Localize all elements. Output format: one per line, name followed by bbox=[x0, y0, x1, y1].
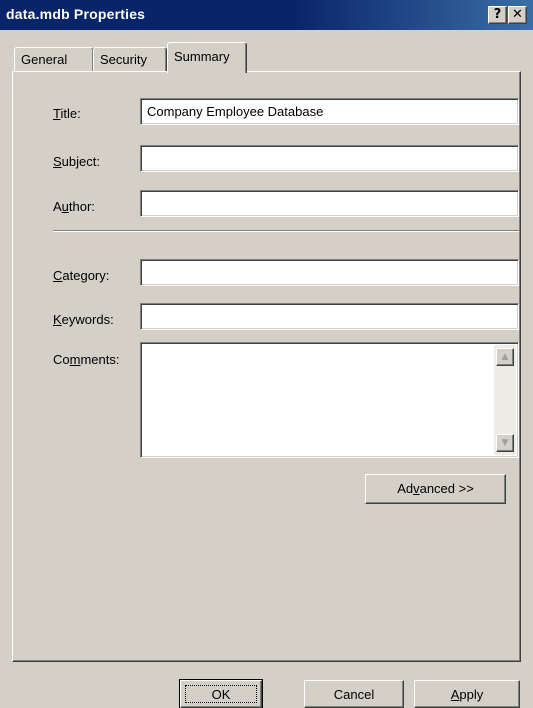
tab-security[interactable]: Security bbox=[93, 47, 167, 71]
keywords-label: Keywords: bbox=[53, 312, 114, 327]
subject-label: Subject: bbox=[53, 154, 100, 169]
author-field[interactable] bbox=[140, 190, 519, 217]
tab-general[interactable]: General bbox=[14, 47, 94, 71]
title-label: Title: bbox=[53, 106, 81, 121]
title-field[interactable]: Company Employee Database bbox=[140, 98, 519, 125]
close-button[interactable]: ✕ bbox=[508, 6, 527, 24]
ok-button-label: OK bbox=[185, 685, 257, 703]
tab-security-label: Security bbox=[100, 52, 147, 67]
summary-panel: Title: Company Employee Database Subject… bbox=[12, 71, 521, 662]
author-label: Author: bbox=[53, 199, 95, 214]
comments-textarea[interactable]: ▲ ▼ bbox=[140, 342, 519, 458]
subject-field[interactable] bbox=[140, 145, 519, 172]
tab-summary-label: Summary bbox=[174, 49, 230, 64]
separator bbox=[53, 230, 519, 232]
advanced-button[interactable]: Advanced >> bbox=[365, 474, 506, 504]
keywords-field[interactable] bbox=[140, 303, 519, 330]
scroll-up-icon[interactable]: ▲ bbox=[496, 348, 514, 366]
help-button[interactable]: ? bbox=[488, 6, 507, 24]
title-bar[interactable]: data.mdb Properties ? ✕ bbox=[0, 0, 533, 30]
window-title: data.mdb Properties bbox=[6, 6, 146, 22]
tab-summary[interactable]: Summary bbox=[167, 42, 247, 73]
tab-general-label: General bbox=[21, 52, 68, 67]
category-label: Category: bbox=[53, 268, 110, 283]
category-field[interactable] bbox=[140, 259, 519, 286]
comments-label: Comments: bbox=[53, 352, 120, 367]
comments-scrollbar[interactable]: ▲ ▼ bbox=[494, 345, 516, 455]
scroll-down-icon[interactable]: ▼ bbox=[496, 434, 514, 452]
